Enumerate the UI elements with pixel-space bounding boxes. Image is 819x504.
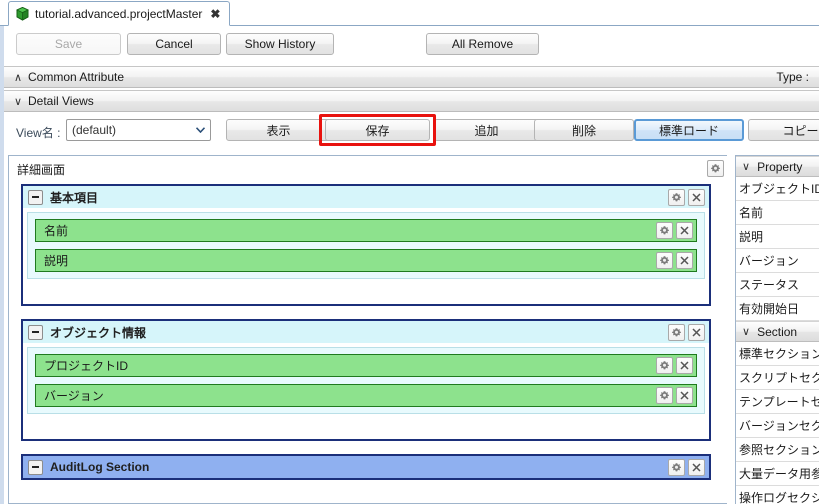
section-title: 基本項目 — [50, 190, 99, 205]
section-block[interactable]: オブジェクト情報プロジェクトID バージョン — [21, 319, 711, 441]
save-view-button[interactable]: 保存 — [325, 119, 430, 141]
cube-icon — [16, 6, 29, 21]
gear-icon[interactable] — [656, 252, 673, 269]
close-x-icon[interactable] — [676, 222, 693, 239]
sidebar-item[interactable]: 説明 — [736, 225, 819, 249]
chevron-down-icon: ∨ — [742, 326, 751, 338]
field-label: プロジェクトID — [44, 359, 129, 373]
view-name-value: (default) — [72, 123, 117, 137]
section-block[interactable]: AuditLog Section — [21, 454, 711, 480]
type-label: Type : — [776, 70, 809, 84]
gear-icon[interactable] — [668, 188, 685, 206]
canvas-scroll-gutter[interactable] — [727, 155, 731, 504]
display-button[interactable]: 表示 — [226, 119, 331, 141]
section-body: プロジェクトID バージョン — [27, 347, 705, 414]
detail-screen-canvas: 詳細画面 基本項目名前説明オブジェクト情報プロジェクトID バージョン AuditL… — [8, 155, 731, 504]
sidebar-item[interactable]: 大量データ用参 — [736, 462, 819, 486]
all-remove-button[interactable]: All Remove — [426, 33, 539, 55]
gear-icon[interactable] — [668, 458, 685, 476]
close-x-icon[interactable] — [676, 387, 693, 404]
common-attribute-label: Common Attribute — [28, 70, 125, 84]
collapse-minus-icon[interactable] — [28, 324, 43, 340]
close-x-icon[interactable] — [676, 252, 693, 269]
section-actions — [668, 188, 705, 206]
sidebar-item[interactable]: 標準セクション — [736, 342, 819, 366]
section-header[interactable]: オブジェクト情報 — [23, 321, 709, 343]
sidebar-group-header[interactable]: ∨ Section — [736, 321, 819, 342]
sidebar-item[interactable]: 参照セクション — [736, 438, 819, 462]
chevron-down-icon — [195, 125, 206, 136]
delete-button[interactable]: 削除 — [534, 119, 634, 141]
save-button[interactable]: Save — [16, 33, 121, 55]
detail-views-label: Detail Views — [28, 94, 94, 108]
sidebar-item[interactable]: 名前 — [736, 201, 819, 225]
sidebar-item[interactable]: バージョン — [736, 249, 819, 273]
field-label: バージョン — [44, 389, 104, 403]
tab-project-master[interactable]: tutorial.advanced.projectMaster ✖ — [8, 1, 231, 26]
sidebar-item[interactable]: ステータス — [736, 273, 819, 297]
gear-icon[interactable] — [707, 160, 724, 177]
section-block[interactable]: 基本項目名前説明 — [21, 184, 711, 306]
close-x-icon[interactable] — [676, 357, 693, 374]
canvas-settings-gear[interactable] — [707, 160, 724, 177]
field-actions — [656, 222, 693, 239]
chevron-down-icon: ∨ — [14, 95, 23, 108]
section-actions — [668, 323, 705, 341]
field-row[interactable]: 説明 — [35, 249, 697, 272]
copy-button[interactable]: コピー — [748, 119, 819, 141]
sidebar-item[interactable]: バージョンセク — [736, 414, 819, 438]
field-row[interactable]: 名前 — [35, 219, 697, 242]
view-selection-row: View名 : (default) 表示 保存 追加 削除 標準ロード コピー — [4, 113, 819, 149]
chevron-up-icon: ∧ — [14, 71, 23, 84]
field-row[interactable]: バージョン — [35, 384, 697, 407]
gear-icon[interactable] — [656, 387, 673, 404]
section-header[interactable]: 基本項目 — [23, 186, 709, 208]
sidebar-item[interactable]: オブジェクトID — [736, 177, 819, 201]
close-x-icon[interactable] — [688, 323, 705, 341]
field-actions — [656, 252, 693, 269]
sidebar-item[interactable]: テンプレートセ — [736, 390, 819, 414]
tab-label: tutorial.advanced.projectMaster — [35, 6, 203, 21]
tab-close-icon[interactable]: ✖ — [210, 8, 220, 20]
close-x-icon[interactable] — [688, 188, 705, 206]
sidebar-item[interactable]: 有効開始日 — [736, 297, 819, 321]
view-name-select[interactable]: (default) — [66, 119, 211, 141]
tab-bar: tutorial.advanced.projectMaster ✖ — [0, 0, 819, 26]
field-label: 名前 — [44, 224, 69, 238]
chevron-down-icon: ∨ — [742, 161, 751, 173]
application-window: tutorial.advanced.projectMaster ✖ Save C… — [0, 0, 819, 504]
sidebar-item[interactable]: スクリプトセク — [736, 366, 819, 390]
collapse-minus-icon[interactable] — [28, 189, 43, 205]
sidebar-group-title: Property — [757, 159, 803, 174]
standard-load-button[interactable]: 標準ロード — [634, 119, 744, 141]
field-row[interactable]: プロジェクトID — [35, 354, 697, 377]
common-attribute-bar[interactable]: ∧ Common Attribute Type : — [4, 66, 819, 88]
gear-icon[interactable] — [668, 323, 685, 341]
view-name-label: View名 : — [16, 126, 61, 140]
section-title: AuditLog Section — [50, 460, 150, 474]
section-header[interactable]: AuditLog Section — [23, 456, 709, 478]
gear-icon[interactable] — [656, 222, 673, 239]
gear-icon[interactable] — [656, 357, 673, 374]
add-button[interactable]: 追加 — [434, 119, 539, 141]
canvas-title: 詳細画面 — [17, 163, 66, 177]
section-body: 名前 説明 — [27, 212, 705, 279]
cancel-button[interactable]: Cancel — [127, 33, 221, 55]
field-actions — [656, 357, 693, 374]
sidebar-item[interactable]: 操作ログセクシ — [736, 486, 819, 504]
detail-views-bar[interactable]: ∨ Detail Views — [4, 90, 819, 112]
sidebar-group-header[interactable]: ∨ Property — [736, 156, 819, 177]
main-toolbar: Save Cancel Show History All Remove — [4, 26, 819, 62]
section-actions — [668, 458, 705, 476]
palette-sidebar: ∨ Property オブジェクトID 名前 説明 バージョン ステータス 有効開始日 ∨ Sec… — [735, 155, 819, 504]
field-label: 説明 — [44, 254, 69, 268]
collapse-minus-icon[interactable] — [28, 459, 43, 475]
field-actions — [656, 387, 693, 404]
sidebar-group-title: Section — [757, 324, 798, 339]
close-x-icon[interactable] — [688, 458, 705, 476]
show-history-button[interactable]: Show History — [226, 33, 334, 55]
section-title: オブジェクト情報 — [50, 325, 147, 340]
